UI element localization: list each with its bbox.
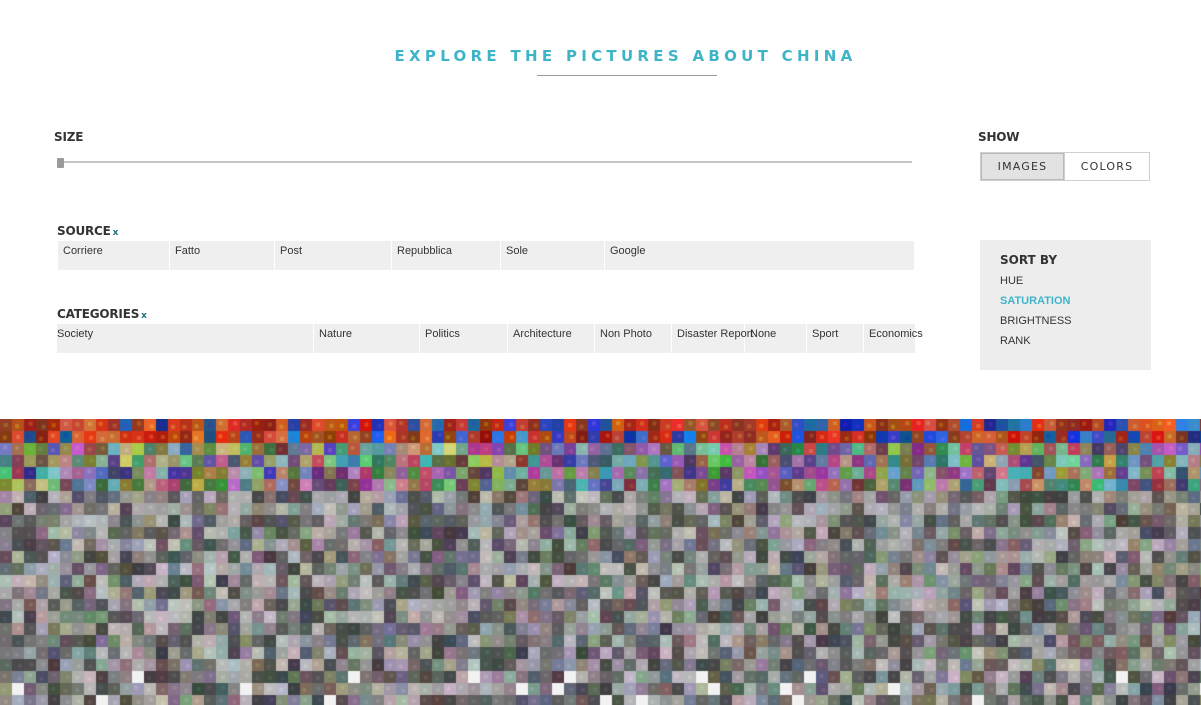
- category-item-economics[interactable]: Economics: [864, 324, 923, 353]
- category-item-politics[interactable]: Politics: [420, 324, 508, 353]
- sort-option-brightness[interactable]: BRIGHTNESS: [1000, 315, 1072, 327]
- sort-option-saturation[interactable]: SATURATION: [1000, 295, 1070, 307]
- sort-panel: SORT BY HUE SATURATION BRIGHTNESS RANK: [980, 240, 1151, 370]
- source-item-sole[interactable]: Sole: [501, 241, 605, 270]
- source-item-repubblica[interactable]: Repubblica: [392, 241, 501, 270]
- source-item-google[interactable]: Google: [605, 241, 914, 270]
- category-item-disaster-report[interactable]: Disaster Report: [672, 324, 753, 353]
- sort-title: SORT BY: [1000, 253, 1058, 267]
- source-filter-bar: Corriere Fatto Post Repubblica Sole Goog…: [58, 241, 914, 270]
- category-item-non-photo[interactable]: Non Photo: [595, 324, 672, 353]
- size-slider-handle[interactable]: [57, 158, 64, 168]
- show-label: SHOW: [978, 130, 1020, 144]
- sort-option-hue[interactable]: HUE: [1000, 275, 1023, 287]
- source-item-fatto[interactable]: Fatto: [170, 241, 275, 270]
- show-colors-button[interactable]: COLORS: [1065, 153, 1149, 180]
- source-clear-icon[interactable]: x: [113, 228, 119, 238]
- category-item-society[interactable]: Society: [57, 324, 314, 353]
- size-label: SIZE: [54, 130, 84, 144]
- source-label: SOURCE x: [57, 224, 118, 238]
- title-underline: [537, 75, 717, 76]
- source-item-corriere[interactable]: Corriere: [58, 241, 170, 270]
- category-item-none[interactable]: None: [745, 324, 807, 353]
- source-label-text: SOURCE: [57, 224, 111, 238]
- category-item-architecture[interactable]: Architecture: [508, 324, 595, 353]
- categories-filter-bar: Society Nature Politics Architecture Non…: [57, 324, 923, 353]
- category-item-sport[interactable]: Sport: [807, 324, 864, 353]
- source-item-post[interactable]: Post: [275, 241, 392, 270]
- categories-label-text: CATEGORIES: [57, 307, 140, 321]
- sort-option-rank[interactable]: RANK: [1000, 335, 1031, 347]
- category-item-nature[interactable]: Nature: [314, 324, 420, 353]
- show-images-button[interactable]: IMAGES: [981, 153, 1065, 180]
- categories-label: CATEGORIES x: [57, 307, 147, 321]
- show-toggle-group: IMAGES COLORS: [980, 152, 1150, 181]
- size-slider-track[interactable]: [58, 161, 912, 163]
- image-mosaic[interactable]: [0, 419, 1201, 705]
- categories-clear-icon[interactable]: x: [141, 311, 147, 321]
- page-title: EXPLORE THE PICTURES ABOUT CHINA: [394, 47, 857, 65]
